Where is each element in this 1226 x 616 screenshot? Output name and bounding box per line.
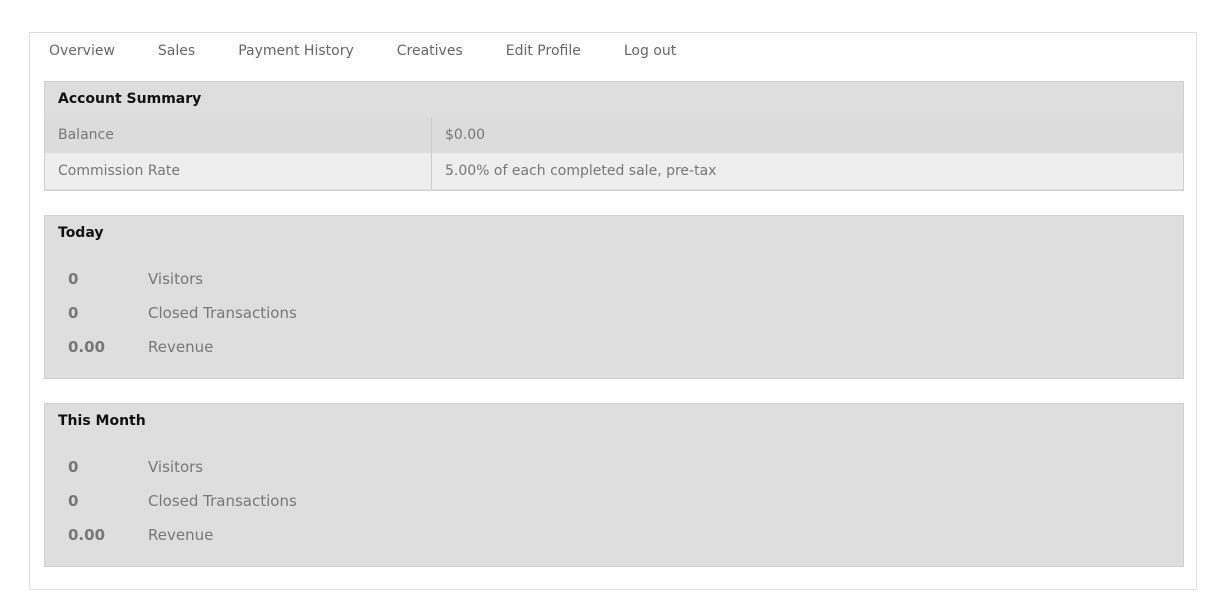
month-transactions-row: 0 Closed Transactions xyxy=(45,484,1183,518)
this-month-panel: This Month 0 Visitors 0 Closed Transacti… xyxy=(44,403,1184,567)
month-visitors-value: 0 xyxy=(68,458,79,476)
tab-edit-profile[interactable]: Edit Profile xyxy=(506,43,581,59)
today-panel: Today 0 Visitors 0 Closed Transactions 0… xyxy=(44,215,1184,379)
commission-rate-value: 5.00% of each completed sale, pre-tax xyxy=(431,153,1183,189)
today-title: Today xyxy=(58,225,104,241)
today-transactions-row: 0 Closed Transactions xyxy=(45,296,1183,330)
balance-label: Balance xyxy=(45,117,432,153)
account-summary-title: Account Summary xyxy=(58,91,202,107)
commission-rate-row: Commission Rate 5.00% of each completed … xyxy=(45,153,1183,189)
today-revenue-row: 0.00 Revenue xyxy=(45,330,1183,364)
month-revenue-row: 0.00 Revenue xyxy=(45,518,1183,552)
balance-value: $0.00 xyxy=(431,117,1183,153)
today-visitors-row: 0 Visitors xyxy=(45,262,1183,296)
main-container: Overview Sales Payment History Creatives… xyxy=(29,32,1197,590)
account-summary-table: Balance $0.00 Commission Rate 5.00% of e… xyxy=(45,117,1183,189)
this-month-stats: 0 Visitors 0 Closed Transactions 0.00 Re… xyxy=(45,439,1183,552)
month-revenue-label: Revenue xyxy=(148,526,214,544)
month-visitors-row: 0 Visitors xyxy=(45,450,1183,484)
tab-payment-history[interactable]: Payment History xyxy=(238,43,354,59)
month-revenue-value: 0.00 xyxy=(68,526,106,544)
tab-creatives[interactable]: Creatives xyxy=(397,43,463,59)
balance-row: Balance $0.00 xyxy=(45,117,1183,153)
month-visitors-label: Visitors xyxy=(148,458,204,476)
tab-overview[interactable]: Overview xyxy=(49,43,115,59)
tab-nav: Overview Sales Payment History Creatives… xyxy=(49,41,719,61)
today-stats: 0 Visitors 0 Closed Transactions 0.00 Re… xyxy=(45,251,1183,364)
tab-sales[interactable]: Sales xyxy=(158,43,195,59)
commission-rate-label: Commission Rate xyxy=(45,153,432,189)
month-transactions-label: Closed Transactions xyxy=(148,492,297,510)
tab-log-out[interactable]: Log out xyxy=(624,43,676,59)
this-month-title: This Month xyxy=(58,413,146,429)
account-summary-panel: Account Summary Balance $0.00 Commission… xyxy=(44,81,1184,191)
today-visitors-label: Visitors xyxy=(148,270,204,288)
month-transactions-value: 0 xyxy=(68,492,79,510)
today-transactions-label: Closed Transactions xyxy=(148,304,297,322)
today-revenue-label: Revenue xyxy=(148,338,214,356)
today-revenue-value: 0.00 xyxy=(68,338,106,356)
today-transactions-value: 0 xyxy=(68,304,79,322)
today-visitors-value: 0 xyxy=(68,270,79,288)
